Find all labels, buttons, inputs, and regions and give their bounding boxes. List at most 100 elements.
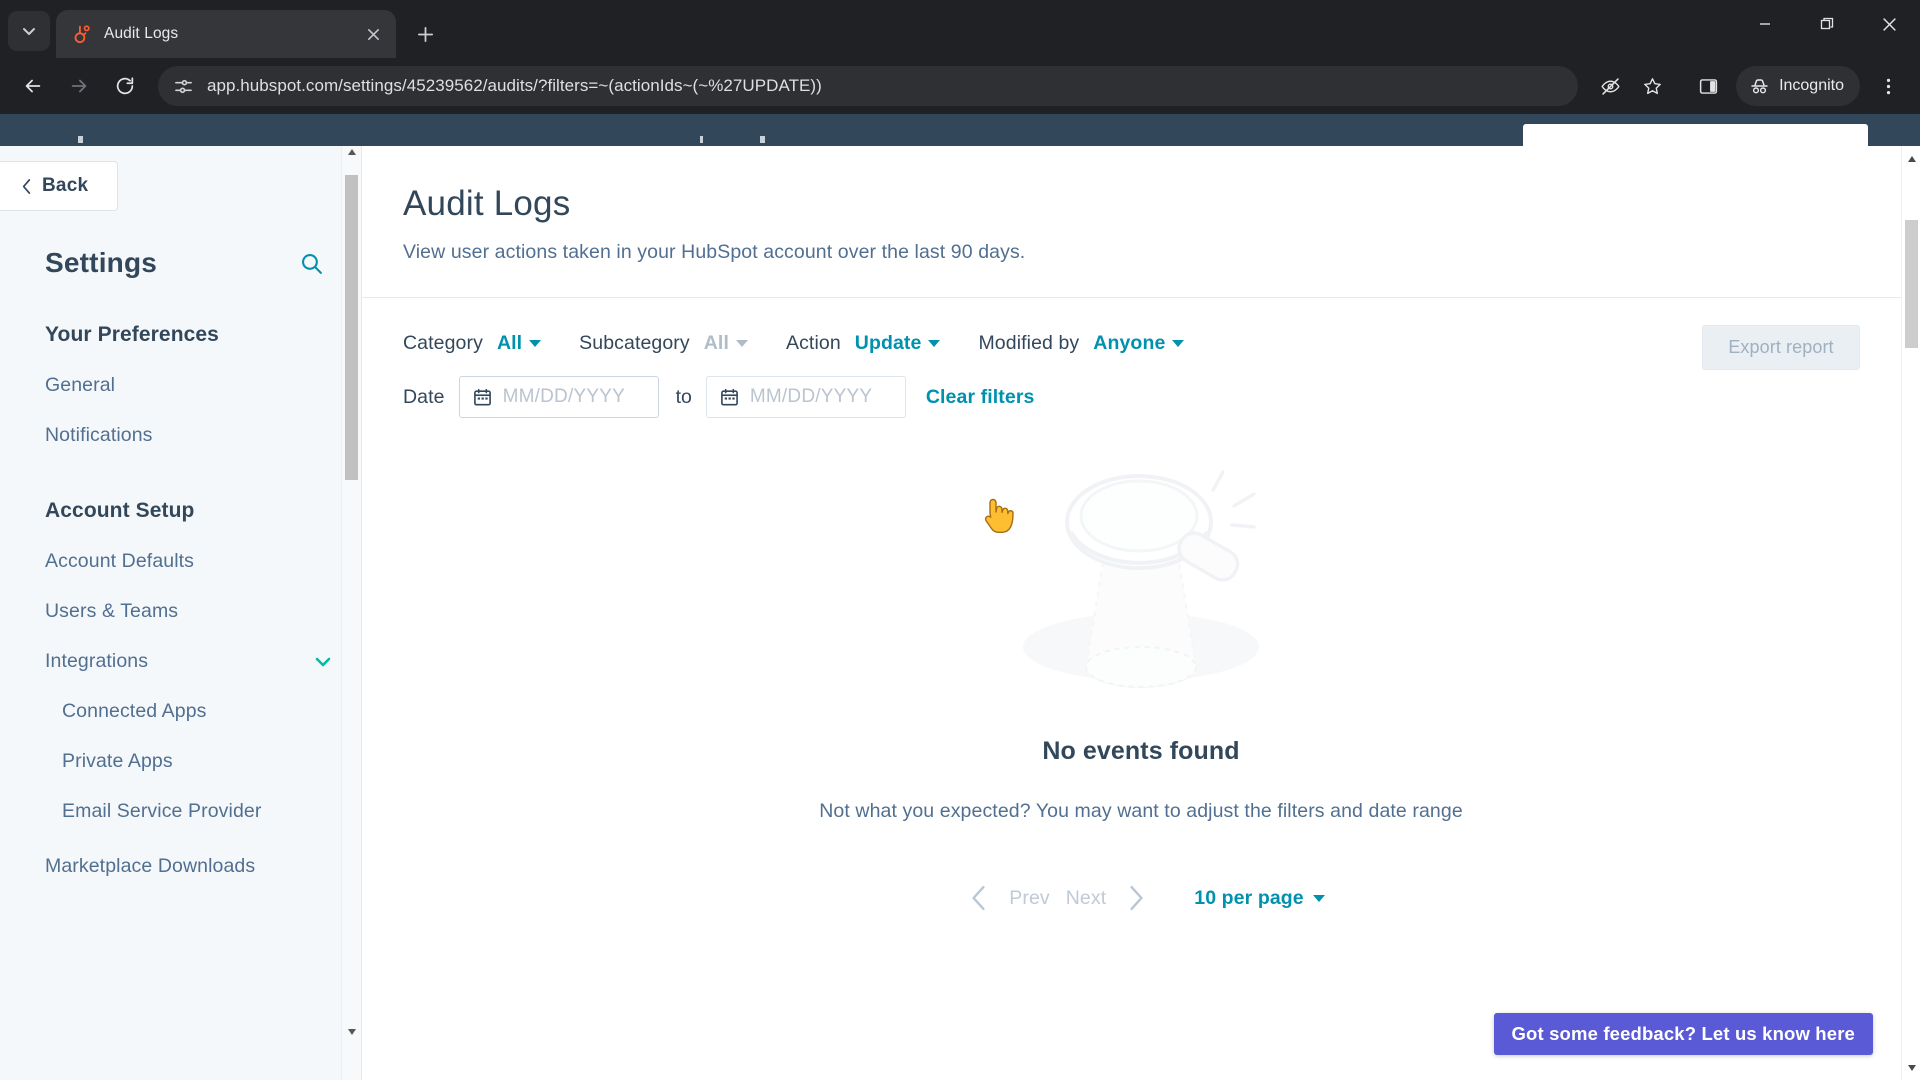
hubspot-top-nav: [0, 114, 1920, 158]
toolbar-buttons: Incognito: [1590, 66, 1908, 106]
browser-toolbar: app.hubspot.com/settings/45239562/audits…: [0, 58, 1920, 114]
sidebar-item-label: Users & Teams: [45, 600, 179, 622]
clear-filters-button[interactable]: Clear filters: [926, 386, 1035, 409]
tab-close-icon[interactable]: [360, 21, 386, 47]
hubspot-sprocket-icon: [72, 24, 92, 44]
date-to-placeholder: MM/DD/YYYY: [749, 386, 873, 407]
pagination-next-icon[interactable]: [1114, 885, 1158, 911]
back-button-sidebar[interactable]: Back: [0, 161, 118, 211]
filter-row-date: Date MM/DD/YYYY to MM/DD/YYYY Clear filt…: [403, 376, 1920, 418]
category-value: All: [496, 332, 523, 354]
three-dot-menu-icon[interactable]: [1868, 66, 1908, 106]
sidebar-item-integrations[interactable]: Integrations: [45, 650, 333, 673]
calendar-icon: [473, 388, 492, 407]
subcategory-select[interactable]: All: [704, 332, 748, 355]
page-settings-icon[interactable]: [174, 77, 193, 96]
window-controls: [1734, 0, 1920, 48]
reload-button[interactable]: [104, 65, 146, 107]
incognito-hat-icon: [1749, 76, 1770, 97]
search-icon[interactable]: [299, 251, 324, 276]
browser-tab[interactable]: Audit Logs: [56, 10, 396, 58]
settings-title: Settings: [45, 247, 158, 278]
date-from-input[interactable]: MM/DD/YYYY: [458, 376, 659, 418]
tab-search-button[interactable]: [8, 11, 50, 51]
filter-row-primary: Category All Subcategory All Action Upda…: [403, 332, 1920, 355]
minimize-icon[interactable]: [1734, 0, 1796, 48]
new-tab-button[interactable]: [406, 15, 444, 53]
pagination-prev-label[interactable]: Prev: [1001, 887, 1058, 910]
action-select[interactable]: Update: [855, 332, 941, 355]
page-viewport: Back Settings Your Preferences General N…: [0, 114, 1920, 1080]
sidebar-item-connected-apps[interactable]: Connected Apps: [62, 700, 350, 723]
calendar-icon: [720, 388, 739, 407]
feedback-button[interactable]: Got some feedback? Let us know here: [1493, 1013, 1873, 1055]
subcategory-label: Subcategory: [579, 332, 690, 354]
sidebar-item-users-teams[interactable]: Users & Teams: [45, 600, 333, 623]
scroll-down-icon[interactable]: [342, 1022, 362, 1042]
hubspot-global-search[interactable]: [1523, 124, 1868, 158]
back-button[interactable]: [12, 65, 54, 107]
main-content: Audit Logs View user actions taken in yo…: [362, 146, 1920, 1080]
caret-down-icon: [928, 340, 941, 347]
empty-state-title: No events found: [1042, 737, 1240, 765]
page-title: Audit Logs: [403, 184, 571, 223]
pagination-prev-icon[interactable]: [957, 885, 1001, 911]
side-panel-icon[interactable]: [1688, 66, 1728, 106]
chevron-down-icon[interactable]: [313, 652, 333, 672]
sidebar-item-notifications[interactable]: Notifications: [45, 424, 333, 447]
incognito-label: Incognito: [1779, 77, 1844, 94]
tab-title: Audit Logs: [104, 25, 179, 42]
page-subtitle: View user actions taken in your HubSpot …: [403, 241, 1026, 263]
filter-bar: Category All Subcategory All Action Upda…: [362, 298, 1920, 418]
incognito-indicator[interactable]: Incognito: [1736, 66, 1860, 106]
caret-down-icon: [1172, 340, 1185, 347]
page-header: Audit Logs View user actions taken in yo…: [362, 146, 1920, 264]
scroll-up-icon[interactable]: [1902, 149, 1920, 168]
caret-down-icon: [735, 340, 748, 347]
sidebar-item-label: Email Service Provider: [62, 800, 262, 822]
per-page-select[interactable]: 10 per page: [1194, 886, 1325, 910]
magnifying-glass-illustration: [991, 462, 1291, 727]
date-label: Date: [403, 385, 445, 408]
sidebar-section-your-preferences: Your Preferences: [45, 323, 219, 346]
page-scrollbar[interactable]: [1901, 146, 1920, 1080]
sidebar-item-private-apps[interactable]: Private Apps: [62, 750, 350, 773]
restore-icon[interactable]: [1796, 0, 1858, 48]
action-value: Update: [854, 332, 922, 354]
export-report-button[interactable]: Export report: [1702, 325, 1860, 370]
eye-off-icon[interactable]: [1590, 66, 1630, 106]
address-bar[interactable]: app.hubspot.com/settings/45239562/audits…: [158, 66, 1579, 106]
category-select[interactable]: All: [496, 332, 542, 355]
modified-by-select[interactable]: Anyone: [1093, 332, 1185, 355]
category-label: Category: [403, 332, 483, 354]
forward-button[interactable]: [58, 65, 100, 107]
sidebar-scrollbar[interactable]: [341, 137, 361, 1080]
sidebar-item-email-service-provider[interactable]: Email Service Provider: [62, 800, 350, 823]
per-page-label: 10 per page: [1194, 886, 1304, 909]
sidebar-scrollbar-thumb[interactable]: [345, 175, 358, 480]
date-from-placeholder: MM/DD/YYYY: [502, 386, 625, 407]
sidebar-item-label: Connected Apps: [62, 700, 207, 722]
modified-by-label: Modified by: [978, 332, 1080, 354]
caret-down-icon: [529, 340, 542, 347]
pagination-next-label[interactable]: Next: [1058, 887, 1115, 910]
action-label: Action: [785, 332, 841, 354]
page-scrollbar-thumb[interactable]: [1905, 220, 1918, 348]
sidebar-item-label: Integrations: [45, 650, 149, 672]
sidebar-item-label: Private Apps: [62, 750, 173, 772]
sidebar-item-general[interactable]: General: [45, 374, 333, 397]
url-text: app.hubspot.com/settings/45239562/audits…: [207, 76, 822, 95]
sidebar-item-label: Marketplace Downloads: [45, 855, 256, 877]
sidebar-item-account-defaults[interactable]: Account Defaults: [45, 550, 333, 573]
empty-state: No events found Not what you expected? Y…: [362, 462, 1920, 823]
sidebar-item-marketplace-downloads[interactable]: Marketplace Downloads: [45, 855, 333, 878]
tab-strip: Audit Logs: [0, 0, 1920, 58]
browser-window: Audit Logs app.hubspot.com/settings/4523…: [0, 0, 1920, 1080]
settings-sidebar: Back Settings Your Preferences General N…: [0, 137, 362, 1080]
scroll-down-icon[interactable]: [1902, 1058, 1920, 1077]
window-close-icon[interactable]: [1858, 0, 1920, 48]
caret-down-icon: [1312, 894, 1325, 902]
subcategory-value: All: [703, 332, 729, 354]
date-to-input[interactable]: MM/DD/YYYY: [705, 376, 906, 418]
bookmark-star-icon[interactable]: [1632, 66, 1672, 106]
